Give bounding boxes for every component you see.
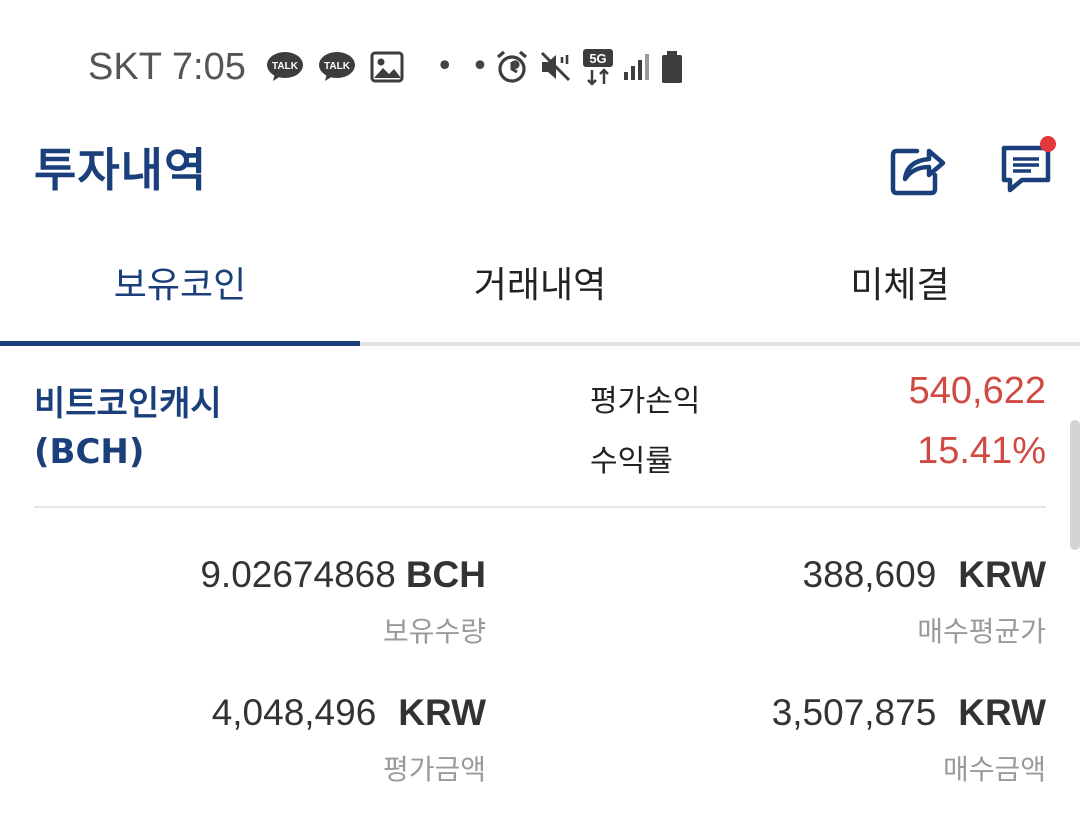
- share-icon: [890, 148, 946, 196]
- alarm-icon: [494, 49, 530, 85]
- 5g-data-icon: 5G: [582, 48, 614, 86]
- chat-notice-button[interactable]: [994, 136, 1058, 200]
- holding-quantity-value: 9.02674868: [200, 554, 396, 595]
- coin-name-block: 비트코인캐시 (BCH): [34, 380, 222, 476]
- buy-amount-value: 3,507,875: [771, 692, 937, 733]
- evaluation-amount-label: 평가금액: [382, 753, 486, 786]
- buy-amount-unit: KRW: [958, 692, 1046, 733]
- notification-badge: [1040, 136, 1056, 152]
- average-buy-price-label: 매수평균가: [917, 615, 1046, 648]
- coin-name: 비트코인캐시: [34, 384, 222, 424]
- evaluation-amount-unit: KRW: [398, 692, 486, 733]
- holding-quantity-unit: BCH: [405, 554, 486, 595]
- clock: 7:05: [171, 46, 246, 88]
- average-buy-price-unit: KRW: [958, 554, 1046, 595]
- tab-transactions[interactable]: 거래내역: [360, 236, 720, 342]
- evaluation-amount: 4,048,496 KRW 평가금액: [212, 692, 486, 788]
- holding-summary[interactable]: 비트코인캐시 (BCH) 평가손익 540,622 수익률 15.41%: [0, 346, 1080, 506]
- scrollbar[interactable]: [1070, 420, 1080, 550]
- signal-icon: [622, 52, 652, 82]
- coin-symbol: (BCH): [34, 432, 145, 472]
- mute-icon: [538, 49, 574, 85]
- status-bar: SKT 7:05 TALK TALK • • • 5G: [0, 0, 1080, 120]
- eval-pl-label: 평가손익: [590, 384, 701, 419]
- tab-unfilled-orders[interactable]: 미체결: [720, 236, 1080, 342]
- investment-history-screen: SKT 7:05 TALK TALK • • • 5G 투자내역 보유코인 거래…: [0, 0, 1080, 816]
- page-title: 투자내역: [34, 143, 208, 197]
- holding-quantity: 9.02674868 BCH 보유수량: [200, 554, 486, 650]
- kakaotalk-label: TALK: [324, 61, 351, 72]
- buy-amount-label: 매수금액: [942, 753, 1046, 786]
- tab-holdings[interactable]: 보유코인: [0, 236, 360, 346]
- average-buy-price-value: 388,609: [802, 554, 937, 595]
- eval-pl-value: 540,622: [908, 370, 1046, 412]
- return-rate-label: 수익률: [590, 444, 673, 479]
- tab-bar: 보유코인 거래내역 미체결: [0, 236, 1080, 346]
- app-header: 투자내역: [0, 120, 1080, 230]
- kakaotalk-label: TALK: [272, 61, 299, 72]
- divider: [34, 506, 1046, 508]
- kakaotalk-icon: TALK: [318, 51, 356, 83]
- return-rate-value: 15.41%: [917, 430, 1046, 472]
- holding-quantity-label: 보유수량: [382, 615, 486, 648]
- share-button[interactable]: [886, 138, 950, 200]
- average-buy-price: 388,609 KRW 매수평균가: [803, 554, 1046, 650]
- status-left: SKT 7:05 TALK TALK • • •: [88, 44, 528, 90]
- buy-amount: 3,507,875 KRW 매수금액: [772, 692, 1046, 788]
- evaluation-amount-value: 4,048,496: [211, 692, 377, 733]
- battery-icon: [660, 50, 684, 84]
- status-right: 5G: [494, 44, 684, 90]
- kakaotalk-icon: TALK: [266, 51, 304, 83]
- 5g-label: 5G: [589, 51, 606, 66]
- gallery-icon: [370, 51, 404, 83]
- carrier-label: SKT: [88, 46, 162, 88]
